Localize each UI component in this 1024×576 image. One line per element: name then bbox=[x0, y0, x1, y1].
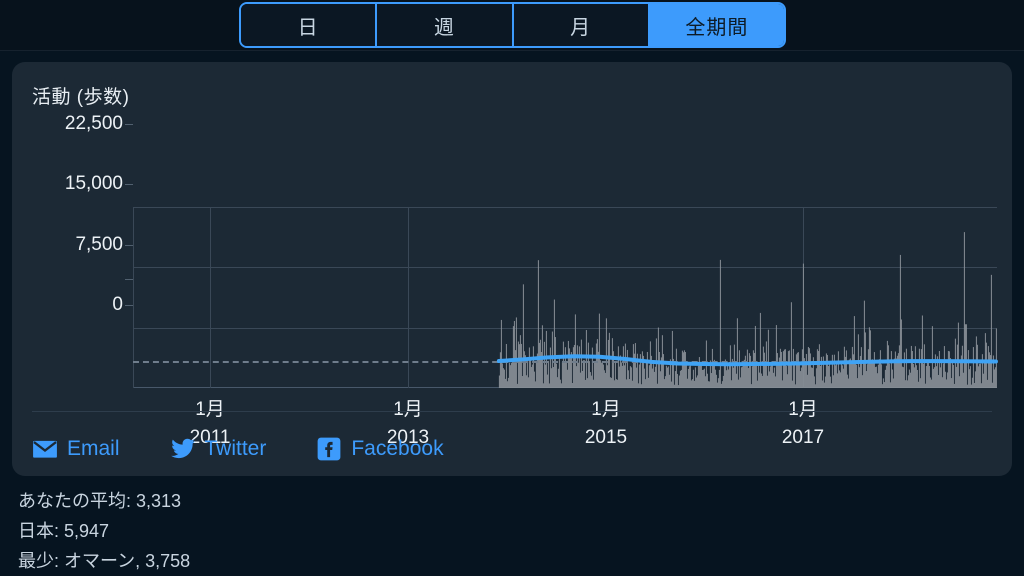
y-tick-mark bbox=[125, 305, 133, 306]
share-twitter-label: Twitter bbox=[204, 437, 267, 460]
x-tick-month: 1月 bbox=[195, 399, 225, 420]
facebook-icon bbox=[317, 437, 341, 461]
y-tick-mark bbox=[125, 124, 133, 125]
x-tick-year: 2017 bbox=[781, 426, 825, 448]
share-row: Email Twitter Facebook bbox=[32, 422, 444, 476]
stat-country-average: 日本: 5,947 bbox=[18, 521, 110, 541]
share-twitter-button[interactable]: Twitter bbox=[170, 436, 267, 462]
segment-week[interactable]: 週 bbox=[377, 4, 514, 46]
activity-card: 活動 (歩数) 22,500 15,000 7,500 0 1月 2011 1月… bbox=[12, 62, 1012, 476]
plot-region bbox=[133, 207, 997, 388]
smoothed-trend-line bbox=[133, 207, 997, 388]
y-tick-label: 7,500 bbox=[75, 233, 123, 255]
share-facebook-label: Facebook bbox=[351, 437, 444, 460]
x-tick-2015: 1月 2015 bbox=[585, 396, 627, 451]
segment-month[interactable]: 月 bbox=[513, 4, 650, 46]
top-toolbar: 日 週 月 全期間 bbox=[0, 0, 1024, 51]
segment-day[interactable]: 日 bbox=[241, 4, 378, 46]
x-tick-month: 1月 bbox=[788, 399, 818, 420]
x-tick-month: 1月 bbox=[393, 399, 423, 420]
summary-stats: あなたの平均: 3,313 日本: 5,947 最少: オマーン, 3,758 bbox=[18, 488, 190, 575]
chart-area: 22,500 15,000 7,500 0 1月 2011 1月 2013 1月… bbox=[12, 113, 1012, 454]
y-tick-label: 0 bbox=[112, 294, 123, 315]
twitter-icon bbox=[170, 438, 195, 459]
time-range-segmented-control[interactable]: 日 週 月 全期間 bbox=[239, 2, 786, 48]
y-axis: 22,500 15,000 7,500 0 bbox=[12, 113, 133, 315]
stat-lowest-country: 最少: オマーン, 3,758 bbox=[18, 551, 191, 571]
share-email-label: Email bbox=[67, 437, 120, 460]
y-tick-mark bbox=[125, 279, 133, 280]
x-tick-2017: 1月 2017 bbox=[782, 396, 824, 451]
segment-all-time[interactable]: 全期間 bbox=[649, 4, 784, 46]
x-tick-year: 2015 bbox=[584, 426, 628, 448]
x-tick-month: 1月 bbox=[591, 399, 621, 420]
app-root: 日 週 月 全期間 活動 (歩数) 22,500 15,000 7,500 0 bbox=[0, 0, 1024, 576]
card-divider bbox=[32, 411, 992, 412]
stat-your-average: あなたの平均: 3,313 bbox=[18, 491, 182, 511]
y-tick-mark bbox=[125, 184, 133, 186]
share-email-button[interactable]: Email bbox=[32, 436, 120, 462]
y-tick-mark bbox=[125, 244, 133, 246]
share-facebook-button[interactable]: Facebook bbox=[316, 436, 444, 462]
y-tick-label: 15,000 bbox=[64, 173, 123, 195]
email-icon bbox=[33, 440, 57, 458]
chart-title: 活動 (歩数) bbox=[32, 87, 130, 108]
y-tick-label: 22,500 bbox=[64, 113, 123, 134]
